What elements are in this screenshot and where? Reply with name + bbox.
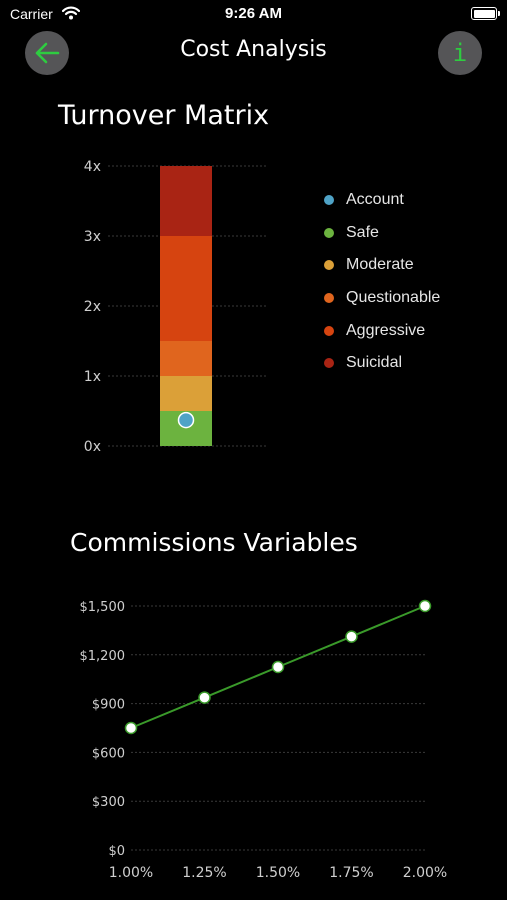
x-tick-label: 1.00% — [109, 865, 153, 881]
x-tick-label: 1.75% — [329, 865, 373, 881]
x-tick-label: 1.25% — [182, 865, 226, 881]
x-tick-label: 2.00% — [403, 865, 447, 881]
x-tick-label: 1.50% — [256, 865, 300, 881]
y-tick-label: $0 — [108, 844, 125, 859]
y-tick-label: $1,500 — [80, 600, 126, 615]
data-point — [418, 599, 432, 613]
y-tick-label: $900 — [92, 698, 125, 713]
y-tick-label: $300 — [92, 795, 125, 810]
commissions-chart: $0 $300 $600 $900 $1,200 $1,500 1.00% 1.25% 1.50… — [80, 599, 447, 881]
data-point — [124, 721, 138, 735]
data-point — [271, 660, 285, 674]
data-point — [345, 630, 358, 643]
y-tick-label: $1,200 — [80, 649, 126, 664]
y-tick-label: $600 — [92, 746, 125, 761]
data-point — [198, 691, 211, 704]
